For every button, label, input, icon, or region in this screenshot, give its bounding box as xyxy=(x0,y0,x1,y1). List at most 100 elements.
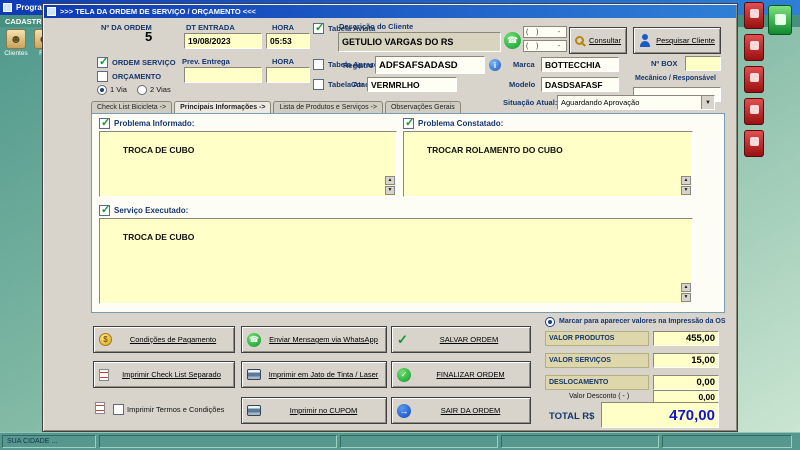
scroll-up-icon[interactable]: ▲ xyxy=(385,176,395,185)
scroll-up-icon[interactable]: ▲ xyxy=(681,283,691,292)
toolbar-clientes-label: Clientes xyxy=(4,50,28,57)
scrollbar[interactable]: ▲ ▼ xyxy=(681,176,691,195)
situacao-dropdown[interactable]: Aguardando Aprovação ▼ xyxy=(557,95,715,110)
problema-informado-checkbox[interactable] xyxy=(99,116,110,129)
toolbar-clientes-button[interactable]: ☻ Clientes xyxy=(3,29,29,57)
valor-servicos-value: 15,00 xyxy=(653,353,719,368)
valor-servicos-label: VALOR SERVIÇOS xyxy=(545,353,649,368)
phone-icon: ☎ xyxy=(504,32,521,49)
problema-constatado-checkbox[interactable] xyxy=(403,116,414,129)
servico-executado-textarea[interactable]: TROCA DE CUBO ▲ ▼ xyxy=(99,218,693,304)
problema-constatado-textarea[interactable]: TROCAR ROLAMENTO DO CUBO ▲ ▼ xyxy=(403,131,693,197)
imprimir-jato-button[interactable]: Imprimir em Jato de Tinta / Laser xyxy=(241,361,387,388)
problema-informado-label: Problema Informado: xyxy=(114,119,195,128)
descricao-cliente-field[interactable]: GETULIO VARGAS DO RS xyxy=(338,32,501,52)
via2-radio[interactable] xyxy=(137,85,147,95)
scroll-down-icon[interactable]: ▼ xyxy=(681,186,691,195)
dt-entrada-field[interactable]: 19/08/2023 xyxy=(184,33,262,49)
info-glyph: i xyxy=(493,60,497,70)
problema-constatado-label: Problema Constatado: xyxy=(418,119,504,128)
window-icon xyxy=(47,7,56,16)
sair-ordem-button[interactable]: → SAIR DA ORDEM xyxy=(391,397,531,424)
tabela-atacado-checkbox[interactable] xyxy=(313,79,324,90)
marcar-valores-radio[interactable] xyxy=(545,317,555,327)
servico-executado-checkbox[interactable] xyxy=(99,203,110,216)
servico-executado-label: Serviço Executado: xyxy=(114,206,189,215)
window-title: >>> TELA DA ORDEM DE SERVIÇO / ORÇAMENTO… xyxy=(60,7,256,16)
hora-field[interactable]: 05:53 xyxy=(266,33,310,49)
prev-hora-field[interactable] xyxy=(266,67,310,83)
marca-field[interactable]: BOTTECCHIA xyxy=(541,57,619,72)
status-city: SUA CIDADE ... xyxy=(2,435,96,448)
imprimir-checklist-button[interactable]: Imprimir Check List Separado xyxy=(93,361,235,388)
tab-observacoes[interactable]: Observações Gerais xyxy=(384,101,461,113)
sidebar-exit-icon[interactable] xyxy=(768,5,792,35)
modelo-label: Modelo xyxy=(509,80,536,89)
scroll-up-icon[interactable]: ▲ xyxy=(681,176,691,185)
modelo-field[interactable]: DASDSAFASF xyxy=(541,77,619,92)
whatsapp-button[interactable]: ☎ Enviar Mensagem via WhatsApp xyxy=(241,326,387,353)
deslocamento-value: 0,00 xyxy=(653,375,719,390)
fone1-field[interactable]: ( ) - xyxy=(523,26,567,38)
status-segment xyxy=(99,435,337,448)
service-order-window: >>> TELA DA ORDEM DE SERVIÇO / ORÇAMENTO… xyxy=(42,3,738,432)
condicoes-pagamento-button[interactable]: $ Condições de Pagamento xyxy=(93,326,235,353)
window-body: Nº DA ORDEM 5 DT ENTRADA 19/08/2023 HORA… xyxy=(45,19,737,431)
nbox-field[interactable] xyxy=(685,56,721,71)
whatsapp-icon: ☎ xyxy=(247,332,261,347)
via1-label: 1 Via xyxy=(110,85,127,94)
finalizar-ordem-button[interactable]: ✓ FINALIZAR ORDEM xyxy=(391,361,531,388)
consultar-label: Consultar xyxy=(589,36,622,45)
registro-field[interactable]: ADFSAFSADASD xyxy=(375,56,485,74)
scrollbar[interactable]: ▲ ▼ xyxy=(681,283,691,302)
sidebar-icon[interactable] xyxy=(744,2,764,29)
tabela-avista-checkbox[interactable] xyxy=(313,21,324,34)
salvar-ordem-button[interactable]: ✓ SALVAR ORDEM xyxy=(391,326,531,353)
ordem-servico-checkbox[interactable] xyxy=(97,55,108,68)
imprimir-termos-checkbox[interactable] xyxy=(113,404,124,415)
salvar-ordem-label: SALVAR ORDEM xyxy=(439,335,499,344)
tab-checklist[interactable]: Check List Bicicleta -> xyxy=(91,101,173,113)
pesquisar-cliente-label: Pesquisar Cliente xyxy=(656,36,715,45)
prev-entrega-label: Prev. Entrega xyxy=(182,57,230,66)
registro-label: Registro xyxy=(343,61,374,70)
sidebar-icon[interactable] xyxy=(744,34,764,61)
tabela-aprazo-checkbox[interactable] xyxy=(313,59,324,70)
tab-produtos-servicos[interactable]: Lista de Produtos e Serviços -> xyxy=(273,101,383,113)
fone2-field[interactable]: ( ) - xyxy=(523,40,567,52)
situacao-label: Situação Atual: xyxy=(503,98,558,107)
finalizar-ordem-label: FINALIZAR ORDEM xyxy=(436,370,505,379)
imprimir-jato-label: Imprimir em Jato de Tinta / Laser xyxy=(268,370,379,379)
info-icon[interactable]: i xyxy=(489,59,501,71)
problema-informado-textarea[interactable]: TROCA DE CUBO ▲ ▼ xyxy=(99,131,397,197)
dropdown-arrow-icon: ▼ xyxy=(701,96,714,109)
sidebar-icon[interactable] xyxy=(744,98,764,125)
orcamento-checkbox[interactable] xyxy=(97,71,108,82)
via1-radio[interactable] xyxy=(97,85,107,95)
prev-entrega-field[interactable] xyxy=(184,67,262,83)
window-titlebar: >>> TELA DA ORDEM DE SERVIÇO / ORÇAMENTO… xyxy=(44,5,736,18)
descricao-cliente-label: Descrição do Cliente xyxy=(339,22,414,31)
imprimir-checklist-label: Imprimir Check List Separado xyxy=(122,370,221,379)
exit-icon: → xyxy=(397,403,411,418)
tab-principais-informacoes[interactable]: Principais Informações -> xyxy=(174,101,272,113)
finalize-icon: ✓ xyxy=(397,367,411,382)
problema-informado-text: TROCA DE CUBO xyxy=(122,145,195,155)
servico-executado-text: TROCA DE CUBO xyxy=(122,232,195,242)
search-icon xyxy=(575,36,584,45)
imprimir-cupom-button[interactable]: Imprimir no CUPOM xyxy=(241,397,387,424)
scroll-down-icon[interactable]: ▼ xyxy=(385,186,395,195)
problema-constatado-text: TROCAR ROLAMENTO DO CUBO xyxy=(426,145,563,155)
status-city-text: SUA CIDADE ... xyxy=(7,438,58,445)
pesquisar-cliente-button[interactable]: Pesquisar Cliente xyxy=(633,27,721,54)
cor-field[interactable]: VERMRLHO xyxy=(367,77,457,92)
status-segment xyxy=(340,435,498,448)
scrollbar[interactable]: ▲ ▼ xyxy=(385,176,395,195)
sidebar-icon[interactable] xyxy=(744,66,764,93)
scroll-down-icon[interactable]: ▼ xyxy=(681,293,691,302)
imprimir-cupom-label: Imprimir no CUPOM xyxy=(289,406,358,415)
money-icon: $ xyxy=(99,333,112,346)
valor-produtos-value: 455,00 xyxy=(653,331,719,346)
consultar-button[interactable]: Consultar xyxy=(569,27,627,54)
sidebar-icon[interactable] xyxy=(744,130,764,157)
